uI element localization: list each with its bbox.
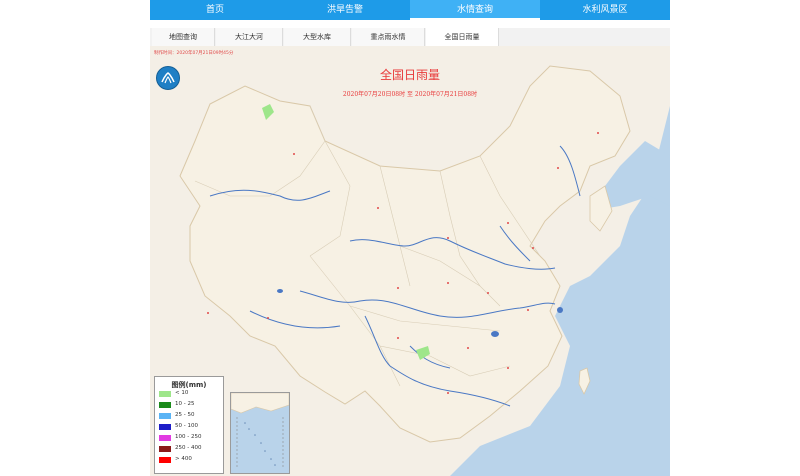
- lake-tai: [557, 307, 563, 313]
- legend-row: 10 - 25: [159, 401, 221, 410]
- updated-time: 制作时间：2020年07月21日09时45分: [154, 51, 234, 56]
- legend-row: 50 - 100: [159, 423, 221, 432]
- legend-label: 250 - 400: [175, 445, 202, 451]
- legend-row: 25 - 50: [159, 412, 221, 421]
- legend-title: 图例(mm): [171, 381, 207, 389]
- sub-tab-bar: 地图查询 大江大河 大型水库 重点雨水情 全国日雨量: [150, 28, 670, 47]
- legend-swatch: [159, 424, 171, 430]
- legend-row: > 400: [159, 456, 221, 465]
- legend-label: 100 - 250: [175, 434, 202, 440]
- legend-row: 100 - 250: [159, 434, 221, 443]
- map-period: 2020年07月20日08时 至 2020年07月21日08时: [342, 91, 478, 98]
- legend-swatch: [159, 457, 171, 463]
- legend-label: 10 - 25: [175, 401, 195, 407]
- map-title: 全国日雨量: [379, 68, 440, 82]
- legend-row: 250 - 400: [159, 445, 221, 454]
- legend-label: 50 - 100: [175, 423, 198, 429]
- legend-label: > 400: [175, 456, 192, 462]
- legend-swatch: [159, 413, 171, 419]
- lake-poyang: [491, 331, 499, 337]
- nav-water-query[interactable]: 水情查询: [410, 0, 540, 20]
- nav-home[interactable]: 首页: [150, 0, 280, 20]
- tab-map-query[interactable]: 地图查询: [152, 28, 215, 46]
- tab-major-rivers[interactable]: 大江大河: [216, 28, 283, 46]
- rainfall-map[interactable]: [150, 46, 670, 476]
- tab-large-reservoirs[interactable]: 大型水库: [284, 28, 351, 46]
- legend-swatch: [159, 446, 171, 452]
- rainfall-legend: 图例(mm) < 10 10 - 25 25 - 50 50 - 100 100…: [154, 376, 224, 474]
- inset-svg: [231, 393, 289, 467]
- top-nav: 首页 洪旱告警 水情查询 水利风景区: [150, 0, 670, 20]
- south-china-sea-inset[interactable]: [230, 392, 290, 474]
- legend-swatch: [159, 435, 171, 441]
- legend-swatch: [159, 402, 171, 408]
- legend-label: 25 - 50: [175, 412, 195, 418]
- lake-qinghai-west: [277, 289, 283, 293]
- tab-national-daily-rain[interactable]: 全国日雨量: [426, 28, 499, 46]
- app-frame: 首页 洪旱告警 水情查询 水利风景区 地图查询 大江大河 大型水库 重点雨水情 …: [150, 0, 670, 476]
- nav-flood-alert[interactable]: 洪旱告警: [280, 0, 410, 20]
- map-svg: [179, 65, 670, 476]
- tab-key-rainfall[interactable]: 重点雨水情: [352, 28, 425, 46]
- legend-row: < 10: [159, 390, 221, 399]
- legend-swatch: [159, 391, 171, 397]
- legend-label: < 10: [175, 390, 189, 396]
- nav-scenic-area[interactable]: 水利风景区: [540, 0, 670, 20]
